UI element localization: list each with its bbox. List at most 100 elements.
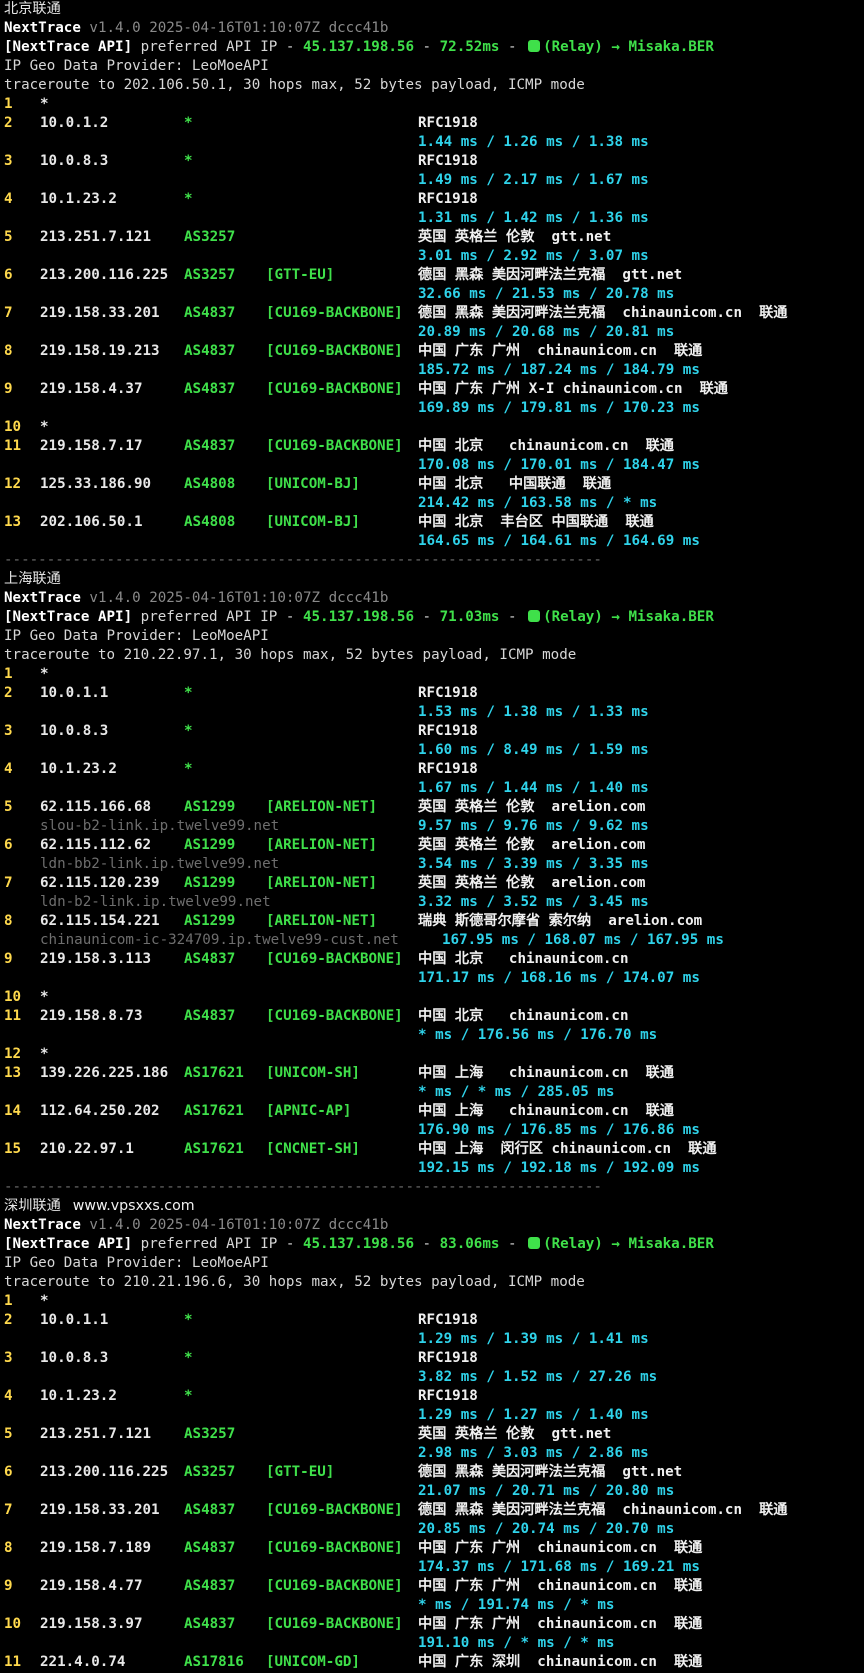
hop-geo: RFC1918 <box>418 1388 478 1404</box>
hop-timeout: * <box>40 1046 49 1062</box>
hop-row: 1 * <box>4 95 864 114</box>
hop-rtt: 1.60 ms / 8.49 ms / 1.59 ms <box>418 742 649 758</box>
hop-tag: [CU169-BACKBONE] <box>266 951 403 967</box>
hop-number: 7 <box>4 1502 13 1518</box>
hop-number: 3 <box>4 723 13 739</box>
hop-number: 13 <box>4 1065 22 1081</box>
api-line: [NextTrace API] preferred API IP - 45.13… <box>4 38 864 57</box>
hop-asn: AS17816 <box>184 1654 244 1670</box>
hop-geo: RFC1918 <box>418 115 478 131</box>
hop-row: 14 112.64.250.202 AS17621 [APNIC-AP] 中国 上海 c… <box>4 1102 864 1121</box>
hop-row: 4 10.1.23.2 * RFC1918 <box>4 760 864 779</box>
hop-ip: 125.33.186.90 <box>40 476 152 492</box>
hop-tag: [ARELION-NET] <box>266 837 378 853</box>
hop-ip: 213.251.7.121 <box>40 1426 152 1442</box>
hop-ip: 10.0.8.3 <box>40 1350 109 1366</box>
hop-geo: 中国 北京 chinaunicom.cn <box>418 1008 629 1024</box>
hop-rtt: 185.72 ms / 187.24 ms / 184.79 ms <box>418 362 700 378</box>
section-title: 深圳联通 <box>4 1198 61 1214</box>
hop-ip: 219.158.19.213 <box>40 343 160 359</box>
hop-row: 11 219.158.8.73 AS4837 [CU169-BACKBONE] 中国 北… <box>4 1007 864 1026</box>
hop-tag: [CU169-BACKBONE] <box>266 343 403 359</box>
api-line: [NextTrace API] preferred API IP - 45.13… <box>4 608 864 627</box>
hop-row: 9 219.158.4.37 AS4837 [CU169-BACKBONE] 中国 广东… <box>4 380 864 399</box>
app-name: NextTrace <box>4 590 81 606</box>
hop-number: 3 <box>4 153 13 169</box>
hop-rtt: 169.89 ms / 179.81 ms / 170.23 ms <box>418 400 700 416</box>
hop-number: 1 <box>4 1293 13 1309</box>
hop-row: 8 62.115.154.221 AS1299 [ARELION-NET] 瑞典 斯德哥… <box>4 912 864 931</box>
hop-row: 10 219.158.3.97 AS4837 [CU169-BACKBONE] 中国 广… <box>4 1615 864 1634</box>
hop-asn: AS4837 <box>184 438 236 454</box>
hop-rtt: 164.65 ms / 164.61 ms / 164.69 ms <box>418 533 700 549</box>
api-dash: - <box>414 609 440 625</box>
hop-asn: AS4837 <box>184 305 236 321</box>
hop-timeout: * <box>40 989 49 1005</box>
hop-ip: 221.4.0.74 <box>40 1654 126 1670</box>
hop-asn: AS17621 <box>184 1065 244 1081</box>
api-prefix: [NextTrace API] <box>4 39 133 55</box>
hop-detail-row: ldn-bb2-link.ip.twelve99.net 3.54 ms / 3.… <box>4 855 864 874</box>
hop-detail-row: 185.72 ms / 187.24 ms / 184.79 ms <box>4 361 864 380</box>
hop-timeout: * <box>40 666 49 682</box>
hop-ip: 10.0.8.3 <box>40 723 109 739</box>
hop-tag: [CU169-BACKBONE] <box>266 438 403 454</box>
hop-geo: RFC1918 <box>418 1350 478 1366</box>
hop-ip: 62.115.112.62 <box>40 837 152 853</box>
hop-ip: 62.115.166.68 <box>40 799 152 815</box>
api-line: [NextTrace API] preferred API IP - 45.13… <box>4 1235 864 1254</box>
api-dash: - <box>414 1236 440 1252</box>
api-latency: 71.03ms <box>439 609 500 625</box>
relay-icon <box>528 1237 541 1249</box>
hop-row: 10 * <box>4 988 864 1007</box>
hop-geo: 中国 北京 中国联通 联通 <box>418 476 612 492</box>
traceroute-line: traceroute to 210.21.196.6, 30 hops max,… <box>4 1273 864 1292</box>
hop-row: 1 * <box>4 1292 864 1311</box>
hop-detail-row: 1.44 ms / 1.26 ms / 1.38 ms <box>4 133 864 152</box>
hop-tag: [CU169-BACKBONE] <box>266 305 403 321</box>
hop-asn: AS4837 <box>184 1502 236 1518</box>
hop-number: 10 <box>4 989 22 1005</box>
relay-target: (Relay) → Misaka.BER <box>543 1236 714 1252</box>
api-ip: 45.137.198.56 <box>302 1236 415 1252</box>
hop-asn: AS3257 <box>184 1426 236 1442</box>
hop-asn: * <box>184 153 193 169</box>
hop-row: 8 219.158.19.213 AS4837 [CU169-BACKBONE] 中国 … <box>4 342 864 361</box>
hop-ip: 62.115.120.239 <box>40 875 160 891</box>
hop-detail-row: 21.07 ms / 20.71 ms / 20.80 ms <box>4 1482 864 1501</box>
hop-tag: [CU169-BACKBONE] <box>266 1540 403 1556</box>
hop-number: 8 <box>4 343 13 359</box>
traceroute-command: traceroute to 202.106.50.1, 30 hops max,… <box>4 77 585 93</box>
api-dash: - <box>499 609 526 625</box>
hop-rtt: * ms / 176.56 ms / 176.70 ms <box>418 1027 658 1043</box>
hop-timeout: * <box>40 96 49 112</box>
hop-tag: [CU169-BACKBONE] <box>266 381 403 397</box>
hop-row: 6 62.115.112.62 AS1299 [ARELION-NET] 英国 英格兰 … <box>4 836 864 855</box>
hop-number: 2 <box>4 115 13 131</box>
geo-provider: IP Geo Data Provider: LeoMoeAPI <box>4 1255 269 1271</box>
hop-rtt: 3.32 ms / 3.52 ms / 3.45 ms <box>418 894 649 910</box>
version-line: NextTrace v1.4.0 2025-04-16T01:10:07Z dc… <box>4 1216 864 1235</box>
hop-detail-row: 214.42 ms / 163.58 ms / * ms <box>4 494 864 513</box>
geo-provider: IP Geo Data Provider: LeoMoeAPI <box>4 58 269 74</box>
hop-tag: [ARELION-NET] <box>266 875 378 891</box>
version-info: v1.4.0 2025-04-16T01:10:07Z dccc41b <box>80 1217 389 1233</box>
hop-geo: 中国 广东 广州 chinaunicom.cn 联通 <box>418 1578 703 1594</box>
hop-geo: 德国 黑森 美因河畔法兰克福 gtt.net <box>418 267 683 283</box>
hop-number: 1 <box>4 96 13 112</box>
hop-detail-row: 20.89 ms / 20.68 ms / 20.81 ms <box>4 323 864 342</box>
separator: ----------------------------------------… <box>4 552 602 568</box>
api-text: preferred API IP - <box>132 1236 303 1252</box>
hop-rtt: 174.37 ms / 171.68 ms / 169.21 ms <box>418 1559 700 1575</box>
site-watermark: www.vpsxxs.com <box>72 1198 195 1214</box>
hop-geo: 英国 英格兰 伦敦 gtt.net <box>418 1426 612 1442</box>
hop-row: 6 213.200.116.225 AS3257 [GTT-EU] 德国 黑森 美因河畔… <box>4 266 864 285</box>
hop-ip: 219.158.4.37 <box>40 381 143 397</box>
hop-asn: AS4837 <box>184 1540 236 1556</box>
hop-rtt: 176.90 ms / 176.85 ms / 176.86 ms <box>418 1122 700 1138</box>
hop-tag: [GTT-EU] <box>266 267 335 283</box>
hop-number: 13 <box>4 514 22 530</box>
hop-detail-row: 169.89 ms / 179.81 ms / 170.23 ms <box>4 399 864 418</box>
hop-asn: AS3257 <box>184 229 236 245</box>
hop-geo: RFC1918 <box>418 1312 478 1328</box>
